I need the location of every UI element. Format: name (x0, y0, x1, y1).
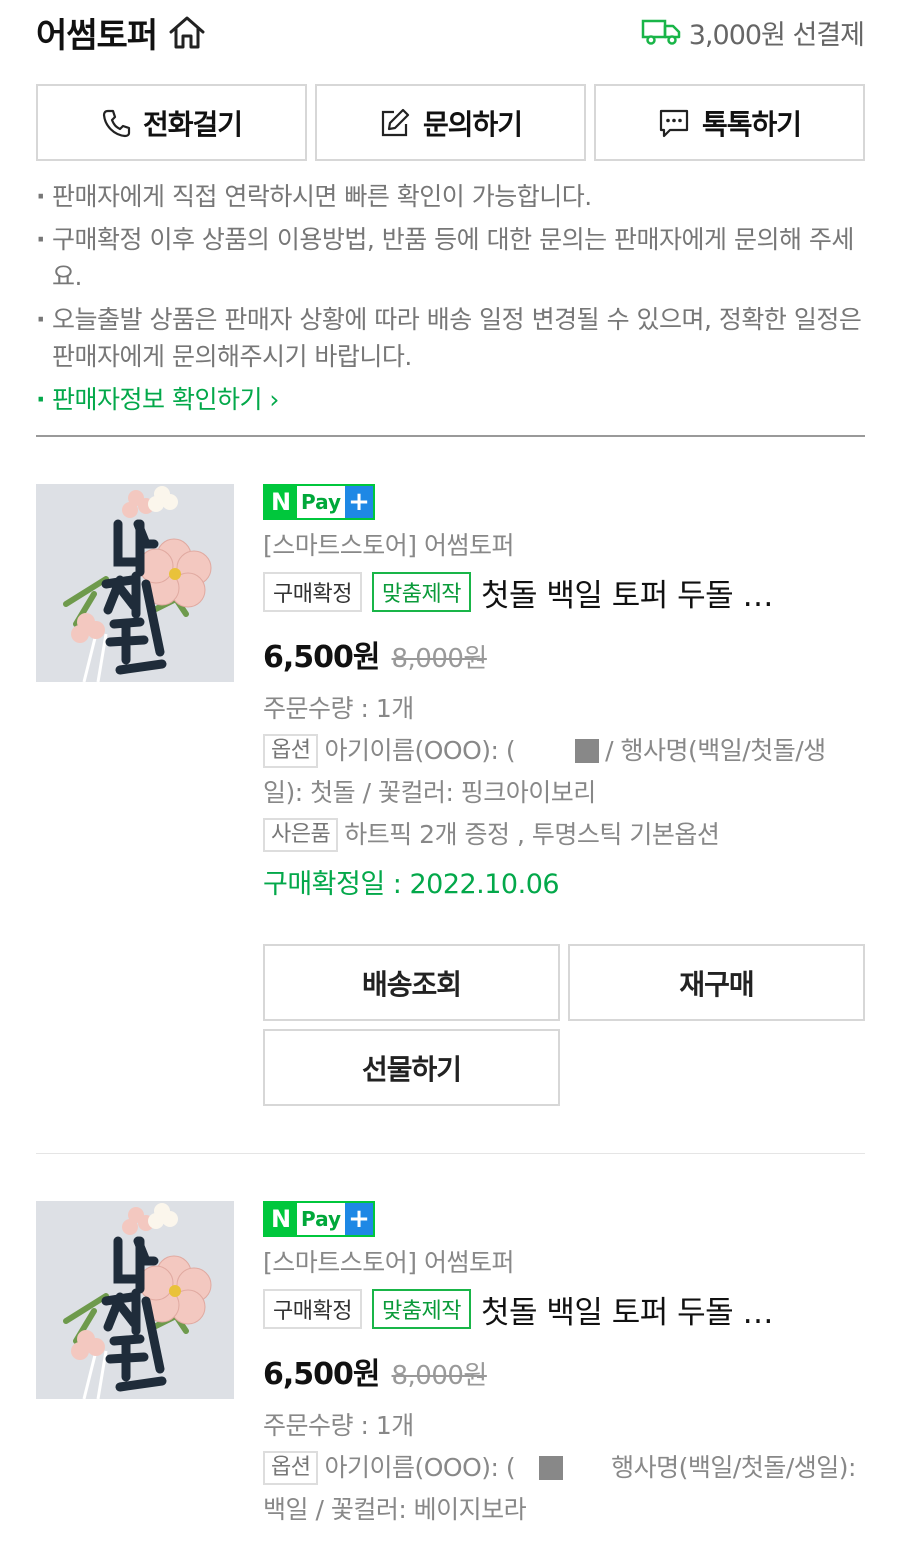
order-item: N Pay + [스마트스토어] 어썸토퍼 구매확정 맞춤제작 첫돌 백일 토퍼… (36, 484, 865, 1106)
notice-item: 판매자에게 직접 연락하시면 빠른 확인이 가능합니다. (36, 178, 865, 215)
option-text: 아기이름(OOO): ( (324, 736, 516, 765)
talk-label: 톡톡하기 (701, 107, 802, 141)
store-header: 어썸토퍼 3,000원 선결제 (36, 8, 865, 57)
npay-plus-badge: N Pay + (263, 1201, 375, 1237)
seller-name[interactable]: [스마트스토어] 어썸토퍼 (263, 528, 865, 564)
title-row: 구매확정 맞춤제작 첫돌 백일 토퍼 두돌 … (263, 1287, 865, 1331)
order-info: N Pay + [스마트스토어] 어썸토퍼 구매확정 맞춤제작 첫돌 백일 토퍼… (263, 1201, 865, 1531)
status-badge: 구매확정 (263, 1289, 362, 1329)
redaction-block (539, 1456, 564, 1480)
seller-name[interactable]: [스마트스토어] 어썸토퍼 (263, 1245, 865, 1281)
shipping-info: 3,000원 선결제 (641, 13, 865, 52)
sale-price: 6,500원 (263, 1357, 380, 1392)
order-gift: 사은품 하트픽 2개 증정 , 투명스틱 기본옵션 (263, 814, 865, 856)
title-row: 구매확정 맞춤제작 첫돌 백일 토퍼 두돌 … (263, 570, 865, 614)
gift-label: 사은품 (263, 818, 339, 852)
order-actions: 배송조회 재구매 선물하기 (263, 944, 865, 1106)
notice-item: 구매확정 이후 상품의 이용방법, 반품 등에 대한 문의는 판매자에게 문의해… (36, 221, 865, 295)
call-button[interactable]: 전화걸기 (36, 84, 307, 161)
product-title[interactable]: 첫돌 백일 토퍼 두돌 … (481, 570, 865, 615)
inquiry-button[interactable]: 문의하기 (315, 84, 586, 161)
original-price: 8,000원 (391, 644, 488, 674)
product-thumbnail[interactable] (36, 484, 234, 682)
order-quantity: 주문수량 : 1개 (263, 694, 414, 723)
option-label: 옵션 (263, 734, 319, 768)
plus-icon: + (345, 1203, 373, 1235)
shipping-fee: 3,000원 선결제 (688, 19, 865, 51)
option-text: 아기이름(OOO): ( (324, 1453, 516, 1482)
price-row: 6,500원 8,000원 (263, 1349, 865, 1393)
original-price: 8,000원 (391, 1361, 488, 1391)
product-title[interactable]: 첫돌 백일 토퍼 두돌 … (481, 1287, 865, 1332)
reorder-button[interactable]: 재구매 (568, 944, 865, 1021)
price-row: 6,500원 8,000원 (263, 632, 865, 676)
store-name[interactable]: 어썸토퍼 (36, 8, 158, 57)
store-title[interactable]: 어썸토퍼 (36, 8, 207, 57)
gift-text: 하트픽 2개 증정 , 투명스틱 기본옵션 (344, 820, 720, 849)
order-option: 옵션 아기이름(OOO): (행사명(백일/첫돌/생일): 백일 / 꽃컬러: 베… (263, 1447, 865, 1531)
talk-button[interactable]: 톡톡하기 (594, 84, 865, 161)
option-label: 옵션 (263, 1451, 319, 1485)
order-divider (36, 1153, 865, 1154)
contact-buttons: 전화걸기 문의하기 톡톡하기 (36, 84, 865, 161)
order-item: N Pay + [스마트스토어] 어썸토퍼 구매확정 맞춤제작 첫돌 백일 토퍼… (36, 1201, 865, 1544)
track-delivery-button[interactable]: 배송조회 (263, 944, 560, 1021)
section-divider (36, 435, 865, 437)
order-quantity: 주문수량 : 1개 (263, 1411, 414, 1440)
npay-pay-label: Pay (297, 1203, 345, 1235)
truck-icon (641, 18, 681, 46)
phone-icon (101, 108, 131, 138)
notice-list: 판매자에게 직접 연락하시면 빠른 확인이 가능합니다. 구매확정 이후 상품의… (36, 178, 865, 424)
custom-order-badge: 맞춤제작 (371, 572, 471, 612)
order-option: 옵션 아기이름(OOO): (/ 행사명(백일/첫돌/생일): 첫돌 / 꽃컬러:… (263, 730, 865, 814)
npay-pay-label: Pay (297, 486, 345, 518)
home-icon[interactable] (167, 14, 207, 50)
seller-info-label: 판매자정보 확인하기 (52, 385, 262, 414)
chevron-right-icon: › (269, 385, 279, 414)
gift-button[interactable]: 선물하기 (263, 1029, 560, 1106)
notice-item: 오늘출발 상품은 판매자 상황에 따라 배송 일정 변경될 수 있으며, 정확한… (36, 301, 865, 375)
order-info: N Pay + [스마트스토어] 어썸토퍼 구매확정 맞춤제작 첫돌 백일 토퍼… (263, 484, 865, 901)
npay-plus-badge: N Pay + (263, 484, 375, 520)
inquiry-label: 문의하기 (422, 107, 523, 141)
npay-n-logo: N (265, 1203, 297, 1235)
edit-icon (379, 107, 411, 139)
npay-n-logo: N (265, 486, 297, 518)
seller-info-link[interactable]: 판매자정보 확인하기 › (36, 381, 865, 418)
redaction-block (575, 739, 600, 763)
custom-order-badge: 맞춤제작 (371, 1289, 471, 1329)
plus-icon: + (345, 486, 373, 518)
chat-icon (658, 107, 690, 139)
purchase-confirm-date: 구매확정일 : 2022.10.06 (263, 869, 560, 900)
product-thumbnail[interactable] (36, 1201, 234, 1399)
status-badge: 구매확정 (263, 572, 362, 612)
sale-price: 6,500원 (263, 640, 380, 675)
call-label: 전화걸기 (142, 107, 243, 141)
